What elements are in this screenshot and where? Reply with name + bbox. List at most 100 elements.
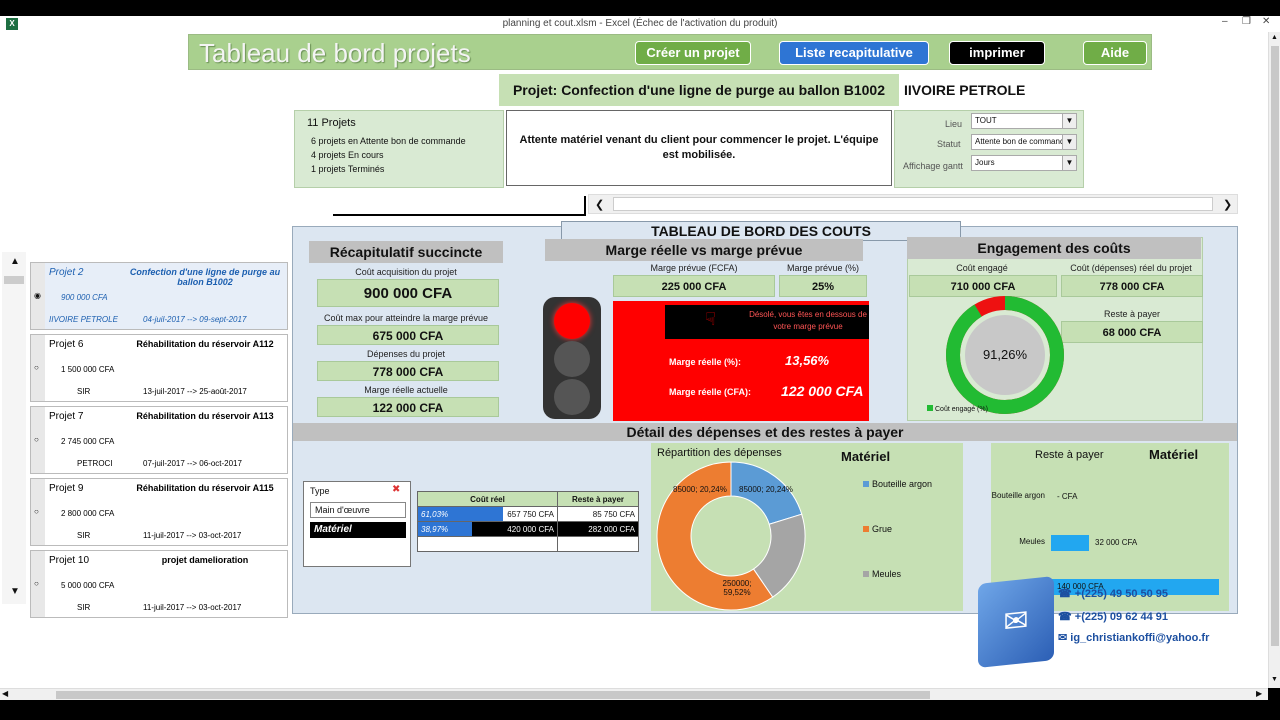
- phone-icon: ☎: [1058, 588, 1075, 600]
- scroll-left-icon[interactable]: ❮: [595, 198, 604, 211]
- reste-value: 282 000 CFA: [557, 521, 639, 537]
- yellow-light: [554, 341, 590, 377]
- project-dates: 13-juil-2017 --> 25-août-2017: [143, 387, 247, 396]
- list-scrollbar[interactable]: ▲ ▼: [2, 252, 26, 604]
- statut-select[interactable]: Attente bon de commande ▼: [971, 134, 1077, 150]
- horizontal-scrollbar[interactable]: ◀ ▶: [0, 688, 1268, 700]
- col-header: Reste à payer: [557, 491, 639, 507]
- scroll-thumb[interactable]: [4, 276, 24, 284]
- project-card[interactable]: ○ Projet 10 projet damelioration 5 000 000 …: [30, 550, 288, 618]
- engagement-donut-value: 91,26%: [982, 347, 1028, 362]
- project-card[interactable]: ○ Projet 7 Réhabilitation du réservoir A11…: [30, 406, 288, 474]
- rest-label: Reste à payer: [1103, 309, 1161, 319]
- engagement-title: Engagement des coûts: [907, 237, 1201, 259]
- chevron-down-icon[interactable]: ▼: [1062, 114, 1076, 128]
- project-card[interactable]: ○ Projet 6 Réhabilitation du réservoir A11…: [30, 334, 288, 402]
- project-description: Attente matériel venant du client pour c…: [506, 110, 892, 186]
- project-card[interactable]: ◉ Projet 2 Confection d'une ligne de purge…: [30, 262, 288, 330]
- create-project-button[interactable]: Créer un projet: [635, 41, 751, 65]
- phone-icon: ☎: [1058, 611, 1075, 623]
- radio-icon[interactable]: ○: [34, 507, 39, 516]
- radio-icon[interactable]: ◉: [34, 291, 41, 300]
- gantt-select[interactable]: Jours ▼: [971, 155, 1077, 171]
- taskbar: [0, 700, 1280, 720]
- slicer-item-main-oeuvre[interactable]: Main d'œuvre: [310, 502, 406, 518]
- project-amount: 2 745 000 CFA: [61, 437, 115, 446]
- chevron-down-icon[interactable]: ▼: [1062, 156, 1076, 170]
- contact-logo-icon: ✉: [978, 576, 1054, 668]
- slicer-title: Type: [310, 486, 330, 496]
- max-label: Coût max pour atteindre la marge prévue: [323, 313, 489, 323]
- pie-legend-title: Matériel: [841, 449, 891, 464]
- minimize-icon[interactable]: –: [1222, 16, 1228, 27]
- scroll-up-icon[interactable]: ▲: [1271, 34, 1278, 41]
- worksheet: Tableau de bord projets Créer un projet …: [0, 32, 1268, 688]
- scroll-left-icon[interactable]: ◀: [2, 689, 8, 698]
- scroll-thumb[interactable]: [613, 197, 1213, 211]
- chevron-down-icon[interactable]: ▼: [1062, 135, 1076, 149]
- marge-label: Marge réelle actuelle: [364, 385, 448, 395]
- project-client: IIVOIRE PETROLE: [49, 315, 118, 324]
- radio-icon[interactable]: ○: [34, 579, 39, 588]
- project-card-title: Réhabilitation du réservoir A115: [136, 483, 274, 493]
- real-pct-value: 13,56%: [785, 353, 830, 368]
- project-list-button[interactable]: Liste recapitulative: [779, 41, 929, 65]
- project-client: SIR: [77, 531, 91, 540]
- project-name: Projet 6: [49, 339, 84, 350]
- help-button[interactable]: Aide: [1083, 41, 1147, 65]
- gantt-value: Jours: [975, 158, 995, 167]
- project-card-title: Réhabilitation du réservoir A113: [136, 411, 274, 421]
- project-amount: 5 000 000 CFA: [61, 581, 115, 590]
- project-card-title: Réhabilitation du réservoir A112: [136, 339, 274, 349]
- margin-alert-panel: ☟ Désolé, vous êtes en dessous de votre …: [613, 301, 869, 421]
- summary-line: 4 projets En cours: [311, 150, 384, 160]
- project-name: Projet 7: [49, 411, 84, 422]
- legend-swatch: [927, 405, 933, 411]
- lieu-select[interactable]: TOUT ▼: [971, 113, 1077, 129]
- scroll-thumb[interactable]: [1271, 46, 1279, 646]
- statut-label: Statut: [937, 139, 961, 149]
- gantt-line-end: [584, 196, 586, 216]
- project-card[interactable]: ○ Projet 9 Réhabilitation du réservoir A11…: [30, 478, 288, 546]
- print-button[interactable]: imprimer: [949, 41, 1045, 65]
- rest-value: 68 000 CFA: [1061, 321, 1203, 343]
- legend-swatch: [863, 571, 869, 577]
- radio-icon[interactable]: ○: [34, 363, 39, 372]
- project-dates: 11-juil-2017 --> 03-oct-2017: [143, 603, 242, 612]
- restore-icon[interactable]: ❐: [1242, 16, 1251, 27]
- prev-pct-label: Marge prévue (%): [786, 263, 860, 273]
- project-card-title: projet damelioration: [161, 555, 249, 565]
- excel-icon: X: [6, 18, 18, 30]
- project-list: ▲ ▼ ◉ Projet 2 Confection d'une ligne de p…: [0, 252, 292, 618]
- email-text[interactable]: ig_christiankoffi@yahoo.fr: [1070, 632, 1209, 644]
- phone-2: ☎ +(225) 09 62 44 91: [1058, 610, 1168, 623]
- red-light: [554, 303, 590, 339]
- real-label: Coût (dépenses) réel du projet: [1070, 263, 1192, 273]
- scroll-down-icon[interactable]: ▼: [10, 586, 20, 597]
- rest-bar-label: Meules: [1019, 537, 1045, 546]
- window-titlebar: X planning et cout.xlsm - Excel (Échec d…: [0, 16, 1280, 32]
- scroll-right-icon[interactable]: ▶: [1256, 689, 1262, 698]
- window-title: planning et cout.xlsm - Excel (Échec de …: [502, 18, 778, 29]
- scroll-right-icon[interactable]: ❯: [1223, 198, 1232, 211]
- scroll-up-icon[interactable]: ▲: [10, 256, 20, 267]
- prev-pct-value: 25%: [779, 275, 867, 297]
- close-icon[interactable]: ✕: [1262, 16, 1270, 27]
- scroll-down-icon[interactable]: ▼: [1271, 676, 1278, 683]
- green-light: [554, 379, 590, 415]
- gantt-scrollbar[interactable]: ❮ ❯: [588, 194, 1238, 214]
- vertical-scrollbar[interactable]: ▲ ▼: [1268, 32, 1280, 688]
- projects-summary: 11 Projets 6 projets en Attente bon de c…: [294, 110, 504, 188]
- alert-text: Désolé, vous êtes en dessous de votre ma…: [749, 310, 867, 331]
- clear-filter-icon[interactable]: ✖: [392, 484, 400, 495]
- radio-icon[interactable]: ○: [34, 435, 39, 444]
- project-client: IIVOIRE PETROLE: [904, 82, 1026, 98]
- project-name: Projet 9: [49, 483, 84, 494]
- project-card-title: Confection d'une ligne de purge au ballo…: [129, 267, 281, 287]
- email[interactable]: ✉ ig_christiankoffi@yahoo.fr: [1058, 631, 1209, 644]
- scroll-thumb[interactable]: [56, 691, 930, 699]
- prev-fcfa-value: 225 000 CFA: [613, 275, 775, 297]
- pie-legend-item: Bouteille argon: [863, 479, 932, 489]
- costs-panel: TABLEAU DE BORD DES COUTS Récapitulatif …: [292, 221, 1238, 614]
- slicer-item-materiel[interactable]: Matériel: [310, 522, 406, 538]
